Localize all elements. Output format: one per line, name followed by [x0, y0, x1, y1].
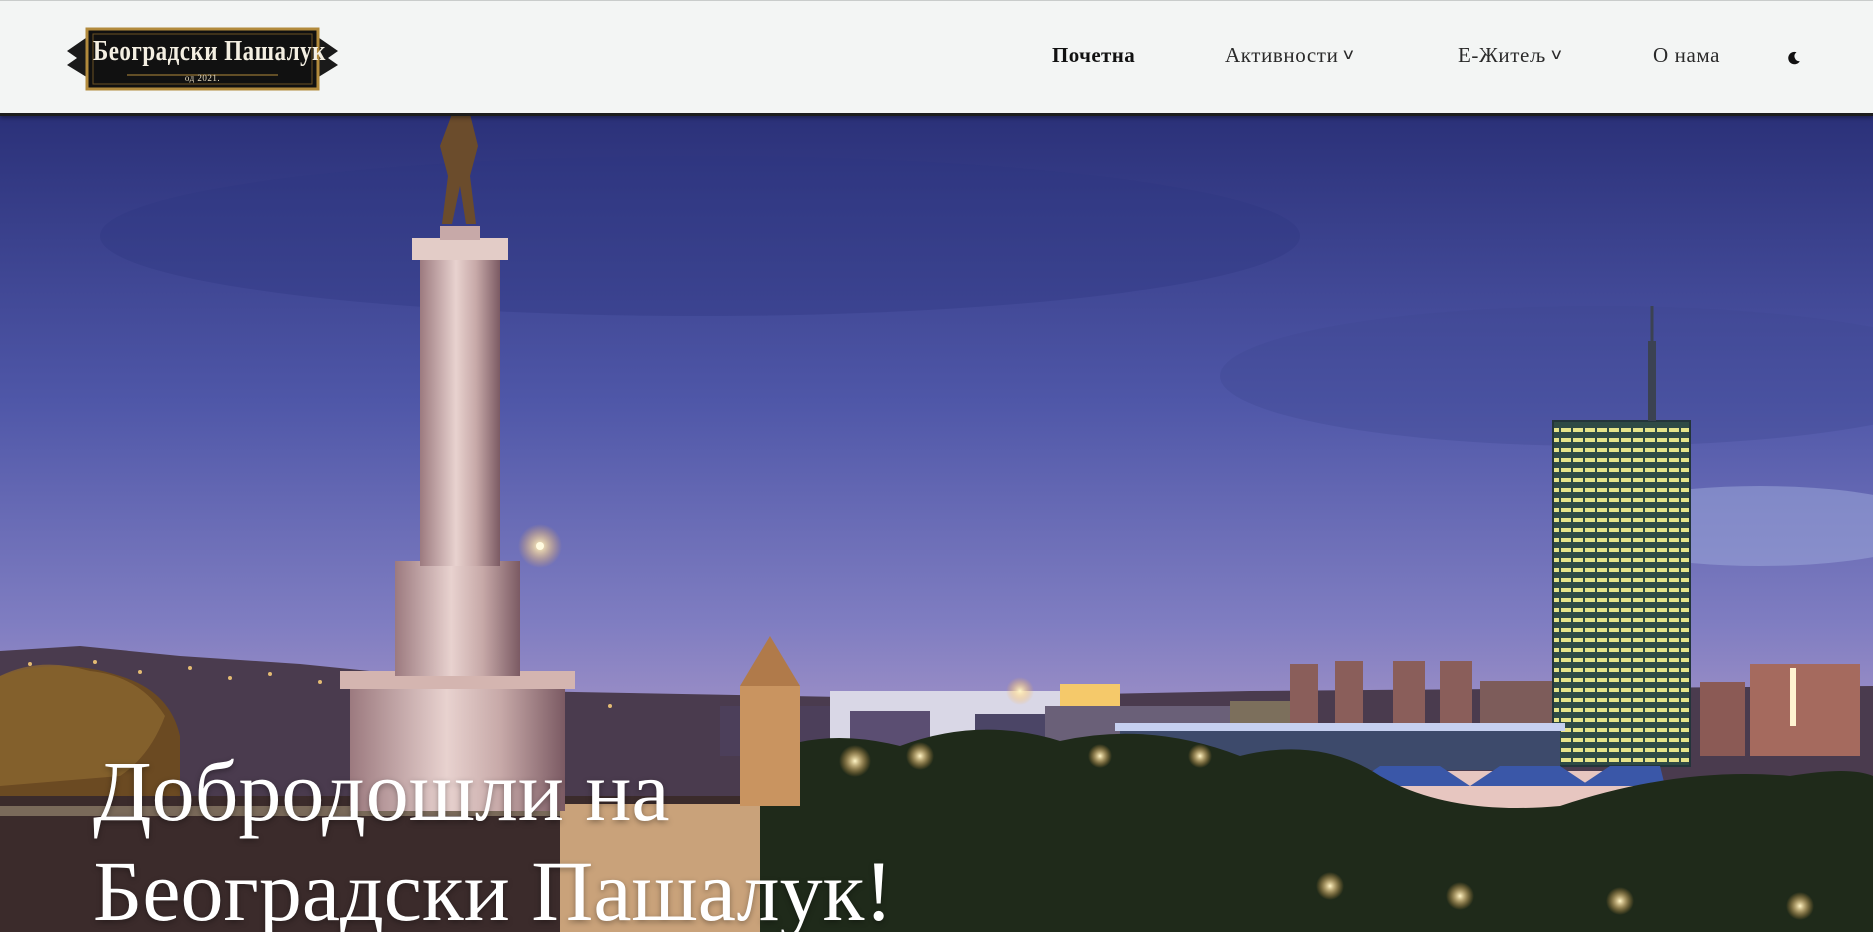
nav-item-activities[interactable]: Активности v — [1225, 43, 1354, 73]
nav-item-home[interactable]: Почетна — [1052, 43, 1135, 73]
nav-item-activities-label: Активности — [1225, 43, 1339, 67]
chevron-down-icon: v — [1343, 45, 1355, 63]
nav-item-e-resident[interactable]: Е-Житељ v — [1458, 43, 1563, 73]
hero-title-line-1: Добродошли на — [93, 743, 670, 839]
chevron-down-icon: v — [1550, 45, 1563, 63]
site-header: Београдски Пашалук од 2021. Почетна Акти… — [0, 0, 1873, 116]
nav-item-e-resident-label: Е-Житељ — [1458, 43, 1546, 67]
logo-subtitle: од 2021. — [184, 73, 221, 83]
logo-title: Београдски Пашалук — [93, 35, 326, 67]
nav-item-home-label: Почетна — [1052, 43, 1136, 67]
moon-icon — [1788, 51, 1800, 65]
nav-item-about-label: О нама — [1653, 43, 1721, 67]
site-logo[interactable]: Београдски Пашалук од 2021. — [67, 23, 338, 95]
theme-toggle-button[interactable] — [1786, 50, 1802, 66]
hero-title: Добродошли на Београдски Пашалук! — [93, 741, 1293, 932]
nav-item-about[interactable]: О нама — [1653, 43, 1720, 73]
hero-section: Добродошли на Београдски Пашалук! — [0, 116, 1873, 932]
hero-title-line-2: Београдски Пашалук! — [93, 843, 893, 932]
